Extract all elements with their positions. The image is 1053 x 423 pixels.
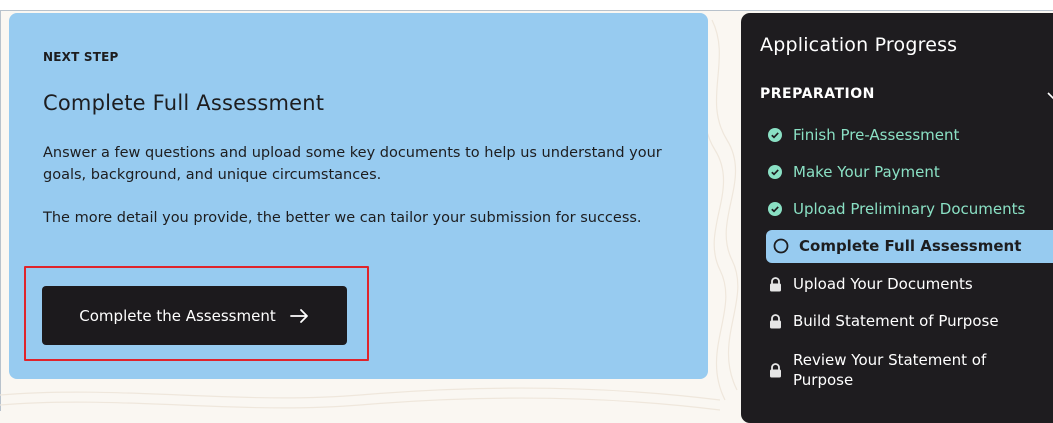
step-label: Make Your Payment (793, 163, 940, 181)
step-review-statement-of-purpose: Review Your Statement of Purpose (767, 348, 1013, 392)
check-circle-icon (767, 164, 783, 180)
check-circle-icon (767, 127, 783, 143)
step-finish-pre-assessment[interactable]: Finish Pre-Assessment (767, 121, 959, 149)
application-progress-panel: Application Progress PREPARATION Finish … (741, 13, 1053, 423)
step-label: Complete Full Assessment (799, 237, 1022, 255)
complete-assessment-button[interactable]: Complete the Assessment (42, 286, 347, 345)
step-label: Build Statement of Purpose (793, 312, 999, 330)
complete-assessment-button-label: Complete the Assessment (79, 306, 276, 325)
check-circle-icon (767, 201, 783, 217)
step-label: Upload Preliminary Documents (793, 200, 1026, 218)
lock-icon (767, 313, 783, 329)
arrow-right-icon (289, 308, 308, 323)
progress-panel-title: Application Progress (760, 34, 958, 56)
step-label: Review Your Statement of Purpose (793, 351, 987, 389)
step-label: Upload Your Documents (793, 275, 973, 293)
lock-icon (767, 362, 783, 378)
step-upload-preliminary-documents[interactable]: Upload Preliminary Documents (767, 195, 1025, 223)
next-step-eyebrow: NEXT STEP (43, 50, 119, 64)
lock-icon (767, 276, 783, 292)
step-make-your-payment[interactable]: Make Your Payment (767, 158, 940, 186)
step-build-statement-of-purpose: Build Statement of Purpose (767, 307, 999, 335)
step-label: Finish Pre-Assessment (793, 126, 960, 144)
circle-outline-icon (773, 238, 789, 254)
section-preparation-label[interactable]: PREPARATION (760, 86, 875, 102)
step-complete-full-assessment[interactable]: Complete Full Assessment (773, 232, 1021, 260)
next-step-title: Complete Full Assessment (43, 91, 325, 115)
next-step-description: Answer a few questions and upload some k… (43, 145, 662, 183)
step-upload-your-documents: Upload Your Documents (767, 270, 973, 298)
next-step-detail-note: The more detail you provide, the better … (43, 210, 642, 226)
chevron-down-icon[interactable] (1046, 91, 1053, 101)
